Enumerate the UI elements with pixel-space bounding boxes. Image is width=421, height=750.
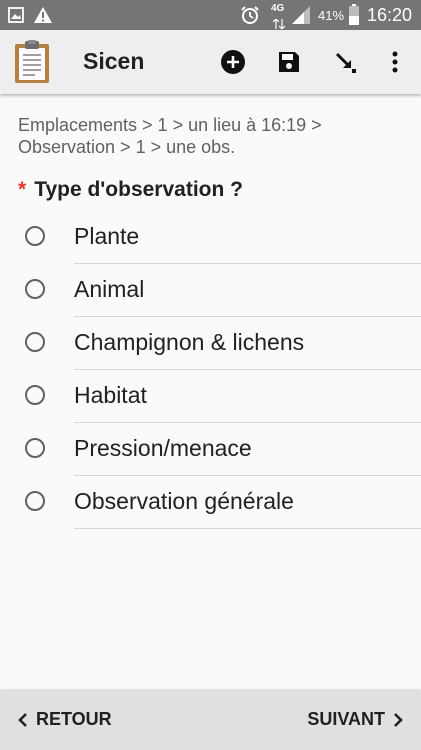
radio-button[interactable] xyxy=(25,279,45,299)
option-pression-menace[interactable]: Pression/menace xyxy=(0,423,421,476)
alarm-icon xyxy=(240,5,260,30)
radio-group: Plante Animal Champignon & lichens Habit… xyxy=(0,211,421,529)
radio-button[interactable] xyxy=(25,332,45,352)
next-label: SUIVANT xyxy=(307,709,385,729)
app-bar: Sicen xyxy=(0,30,421,94)
warning-icon xyxy=(33,6,53,29)
chevron-right-icon xyxy=(393,712,403,728)
option-label: Plante xyxy=(74,223,140,249)
chevron-left-icon xyxy=(18,712,28,728)
status-bar: 4G 41% 16:20 xyxy=(0,0,421,30)
download-arrow-icon[interactable] xyxy=(328,45,362,79)
back-button[interactable]: RETOUR xyxy=(18,709,112,730)
next-button[interactable]: SUIVANT xyxy=(307,709,403,730)
battery-icon xyxy=(348,4,360,31)
option-habitat[interactable]: Habitat xyxy=(0,370,421,423)
option-label: Observation générale xyxy=(74,488,294,514)
radio-button[interactable] xyxy=(25,491,45,511)
option-plante[interactable]: Plante xyxy=(0,211,421,264)
clock: 16:20 xyxy=(367,5,413,25)
bottom-nav-bar: RETOUR SUIVANT xyxy=(0,691,421,750)
breadcrumb: Emplacements > 1 > un lieu à 16:19 > Obs… xyxy=(18,115,322,157)
save-icon[interactable] xyxy=(272,45,306,79)
radio-button[interactable] xyxy=(25,438,45,458)
option-label: Champignon & lichens xyxy=(74,329,305,355)
question-label: * Type d'observation ? xyxy=(18,178,243,202)
more-vert-icon[interactable] xyxy=(378,45,412,79)
question-text: Type d'observation ? xyxy=(34,178,243,201)
required-marker: * xyxy=(18,178,27,201)
divider xyxy=(74,528,421,529)
network-4g-icon: 4G xyxy=(271,3,285,14)
option-observation-generale[interactable]: Observation générale xyxy=(0,476,421,529)
option-label: Habitat xyxy=(74,382,147,408)
clipboard-logo-icon xyxy=(14,40,50,89)
image-icon xyxy=(8,7,24,28)
app-title: Sicen xyxy=(83,48,145,74)
option-label: Animal xyxy=(74,276,145,302)
add-circle-icon[interactable] xyxy=(216,45,250,79)
battery-percent: 41% xyxy=(318,8,345,23)
signal-icon xyxy=(291,5,311,30)
option-label: Pression/menace xyxy=(74,435,252,461)
back-label: RETOUR xyxy=(36,709,112,729)
radio-button[interactable] xyxy=(25,385,45,405)
option-champignon-lichens[interactable]: Champignon & lichens xyxy=(0,317,421,370)
radio-button[interactable] xyxy=(25,226,45,246)
option-animal[interactable]: Animal xyxy=(0,264,421,317)
